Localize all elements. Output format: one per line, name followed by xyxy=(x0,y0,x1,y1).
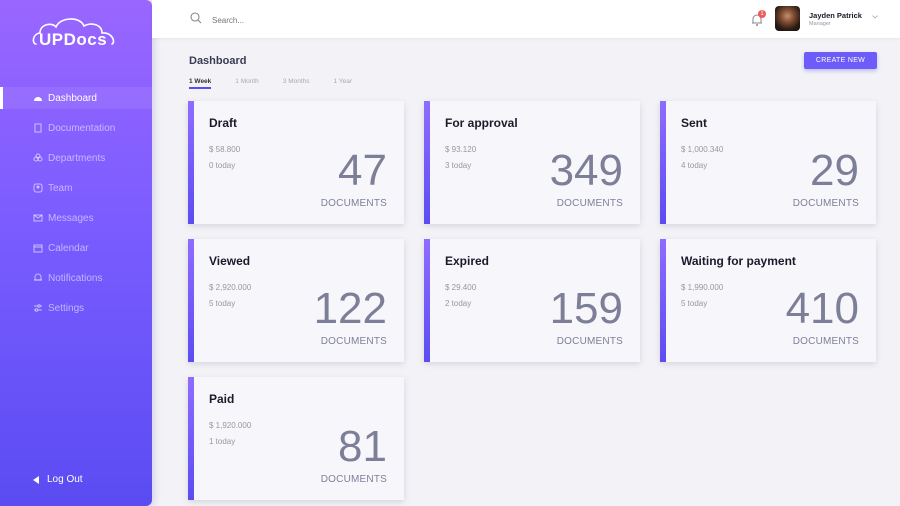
card-count: 81 xyxy=(338,422,387,471)
departments-icon xyxy=(33,153,43,162)
arrow-left-icon xyxy=(33,475,39,484)
card-count: 122 xyxy=(313,284,387,333)
card-amount: $ 58.800 xyxy=(209,145,241,154)
sidebar-item-label: Notifications xyxy=(48,272,103,284)
card-unit: DOCUMENTS xyxy=(792,336,859,347)
sidebar-item-team[interactable]: Team xyxy=(0,177,152,199)
sidebar-item-settings[interactable]: Settings xyxy=(0,297,152,319)
card-unit: DOCUMENTS xyxy=(320,336,387,347)
card-title: Waiting for payment xyxy=(681,254,796,268)
card-draft[interactable]: Draft $ 58.800 0 today 47 DOCUMENTS xyxy=(188,101,404,224)
page-title: Dashboard xyxy=(189,55,247,67)
card-unit: DOCUMENTS xyxy=(556,198,623,209)
card-for-approval[interactable]: For approval $ 93.120 3 today 349 DOCUME… xyxy=(424,101,640,224)
card-title: Sent xyxy=(681,116,708,130)
sidebar-item-label: Calendar xyxy=(48,242,89,254)
card-viewed[interactable]: Viewed $ 2,920.000 5 today 122 DOCUMENTS xyxy=(188,239,404,362)
card-title: For approval xyxy=(445,116,518,130)
card-unit: DOCUMENTS xyxy=(556,336,623,347)
card-today: 4 today xyxy=(681,161,708,170)
search-icon[interactable] xyxy=(190,12,202,24)
logout-button[interactable]: Log Out xyxy=(33,474,83,485)
sidebar-item-calendar[interactable]: Calendar xyxy=(0,237,152,259)
logo-text: UPDocs xyxy=(39,30,108,49)
card-count: 410 xyxy=(785,284,859,333)
card-amount: $ 1,920.000 xyxy=(209,421,252,430)
sidebar-item-label: Team xyxy=(48,182,73,194)
card-count: 29 xyxy=(810,146,859,195)
card-today: 5 today xyxy=(681,299,708,308)
card-title: Draft xyxy=(209,116,238,130)
chevron-down-icon[interactable] xyxy=(872,14,878,20)
card-paid[interactable]: Paid $ 1,920.000 1 today 81 DOCUMENTS xyxy=(188,377,404,500)
dashboard-icon xyxy=(34,97,42,101)
card-amount: $ 1,000.340 xyxy=(681,145,724,154)
card-title: Expired xyxy=(445,254,490,268)
sidebar-item-label: Settings xyxy=(48,302,85,314)
card-unit: DOCUMENTS xyxy=(320,474,387,485)
sidebar-item-notifications[interactable]: Notifications xyxy=(0,267,152,289)
sidebar-item-departments[interactable]: Departments xyxy=(0,147,152,169)
card-amount: $ 1,990.000 xyxy=(681,283,724,292)
notification-badge: 1 xyxy=(758,10,766,18)
sidebar-item-label: Messages xyxy=(48,212,94,224)
card-count: 47 xyxy=(338,146,387,195)
create-new-button[interactable]: CREATE NEW xyxy=(804,52,877,69)
card-title: Paid xyxy=(209,392,235,406)
logout-label: Log Out xyxy=(47,474,83,485)
card-unit: DOCUMENTS xyxy=(792,198,859,209)
calendar-icon xyxy=(33,244,43,253)
card-unit: DOCUMENTS xyxy=(320,198,387,209)
logo[interactable]: UPDocs xyxy=(30,14,120,49)
sidebar-item-label: Documentation xyxy=(48,122,116,134)
card-amount: $ 93.120 xyxy=(445,145,477,154)
card-amount: $ 29.400 xyxy=(445,283,477,292)
time-range-tabs: 1 Week 1 Month 3 Months 1 Year xyxy=(189,78,376,89)
sidebar-nav: Dashboard Documentation Departments Team… xyxy=(0,87,152,327)
card-waiting-for-payment[interactable]: Waiting for payment $ 1,990.000 5 today … xyxy=(660,239,876,362)
card-title: Viewed xyxy=(209,254,251,268)
card-count: 349 xyxy=(549,146,623,195)
search-input[interactable] xyxy=(210,12,414,28)
card-sent[interactable]: Sent $ 1,000.340 4 today 29 DOCUMENTS xyxy=(660,101,876,224)
team-icon xyxy=(33,183,43,193)
card-expired[interactable]: Expired $ 29.400 2 today 159 DOCUMENTS xyxy=(424,239,640,362)
card-today: 1 today xyxy=(209,437,236,446)
user-role: Manager xyxy=(809,21,831,27)
sidebar-item-label: Departments xyxy=(48,152,106,164)
card-count: 159 xyxy=(549,284,623,333)
card-today: 2 today xyxy=(445,299,472,308)
card-today: 5 today xyxy=(209,299,236,308)
top-bar: 1 Jayden Patrick Manager xyxy=(152,0,900,38)
tab-1-month[interactable]: 1 Month xyxy=(235,78,259,89)
card-today: 3 today xyxy=(445,161,472,170)
tab-1-year[interactable]: 1 Year xyxy=(334,78,352,89)
sidebar-item-messages[interactable]: Messages xyxy=(0,207,152,229)
mail-icon xyxy=(33,214,43,222)
card-today: 0 today xyxy=(209,161,236,170)
card-amount: $ 2,920.000 xyxy=(209,283,252,292)
tab-3-months[interactable]: 3 Months xyxy=(283,78,310,89)
avatar[interactable] xyxy=(775,6,800,31)
bell-icon xyxy=(34,273,42,281)
user-name[interactable]: Jayden Patrick xyxy=(809,11,862,20)
sidebar-item-documentation[interactable]: Documentation xyxy=(0,117,152,139)
sidebar: UPDocs Dashboard Documentation Departmen… xyxy=(0,0,152,506)
tab-1-week[interactable]: 1 Week xyxy=(189,78,212,89)
settings-icon xyxy=(34,304,42,312)
sidebar-item-dashboard[interactable]: Dashboard xyxy=(0,87,152,109)
sidebar-item-label: Dashboard xyxy=(48,92,97,104)
document-icon xyxy=(34,123,42,133)
